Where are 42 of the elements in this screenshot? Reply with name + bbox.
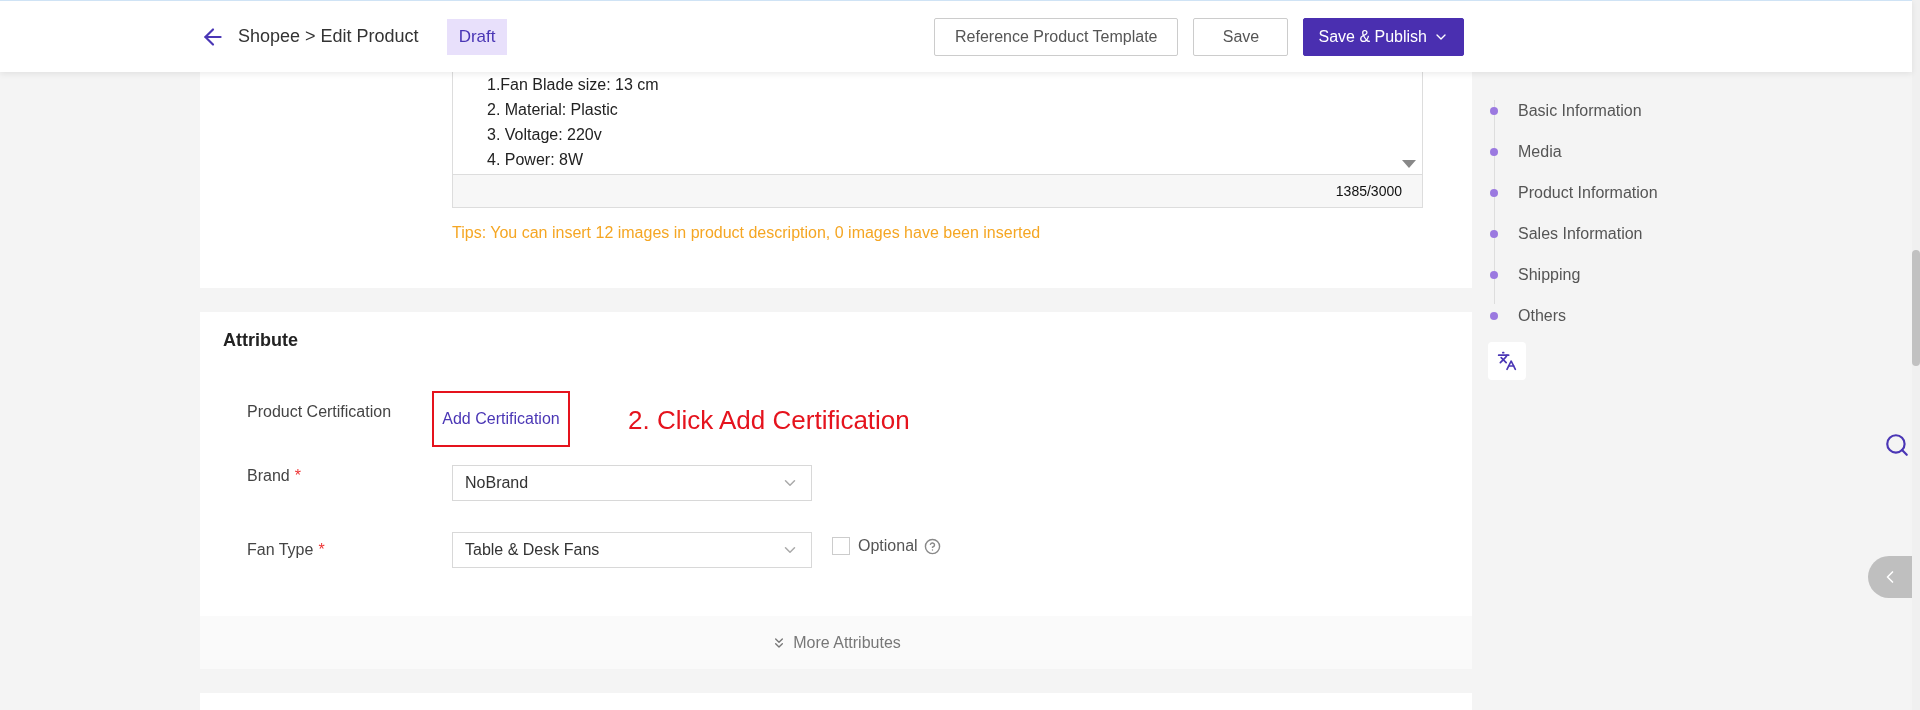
more-attributes-label[interactable]: More Attributes <box>793 633 901 652</box>
translate-button[interactable] <box>1488 342 1526 380</box>
status-badge: Draft <box>446 18 508 55</box>
section-title: Attribute <box>222 329 299 351</box>
header-button[interactable]: Reference Product Template <box>934 17 1179 56</box>
add-certification-link[interactable]: Add Certification <box>442 410 560 428</box>
nav-item[interactable]: Others <box>1518 306 1566 325</box>
annotation-text: 2. Click Add Certification <box>628 405 910 436</box>
scrollbar-thumb[interactable] <box>1912 250 1920 366</box>
field-label: Product Certification <box>247 402 392 421</box>
nav-item[interactable]: Shipping <box>1518 265 1581 284</box>
search-icon[interactable] <box>1884 432 1910 458</box>
tips-text: Tips: You can insert 12 images in product description, 0 images have been inserted <box>452 224 1042 242</box>
required-mark: * <box>294 466 301 485</box>
description-line: 4. Power: 8W <box>487 150 584 170</box>
nav-item[interactable]: Media <box>1518 142 1562 161</box>
more-attributes-bar[interactable]: More Attributes <box>200 616 1472 669</box>
breadcrumb: Shopee > Edit Product <box>238 26 419 47</box>
nav-item[interactable]: Basic Information <box>1518 101 1642 120</box>
nav-dot <box>1490 147 1498 156</box>
dropdown-field[interactable]: Table & Desk Fans <box>452 532 812 568</box>
save-publish-button[interactable]: Save & Publish <box>1303 17 1464 56</box>
translate-icon <box>1497 351 1517 371</box>
description-line: 1.Fan Blade size: 13 cm <box>487 75 659 95</box>
field-label: Brand <box>247 466 290 485</box>
required-mark: * <box>318 540 325 559</box>
nav-dot <box>1490 270 1498 279</box>
help-icon <box>923 538 941 555</box>
description-line: 2. Material: Plastic <box>487 100 618 120</box>
checkbox[interactable] <box>832 537 850 555</box>
header-button[interactable]: Save <box>1193 17 1289 56</box>
nav-item[interactable]: Sales Information <box>1518 224 1643 243</box>
description-line: 3. Voltage: 220v <box>487 125 602 145</box>
checkbox-label: Optional <box>858 537 918 555</box>
nav-dot <box>1490 229 1498 238</box>
dropdown-field[interactable]: NoBrand <box>452 465 812 501</box>
nav-dot <box>1490 188 1498 197</box>
nav-item[interactable]: Product Information <box>1518 183 1658 202</box>
field-label: Fan Type <box>247 540 314 559</box>
nav-dot <box>1490 106 1498 115</box>
nav-dot <box>1490 311 1498 320</box>
character-counter: 1385/3000 <box>1335 183 1402 199</box>
